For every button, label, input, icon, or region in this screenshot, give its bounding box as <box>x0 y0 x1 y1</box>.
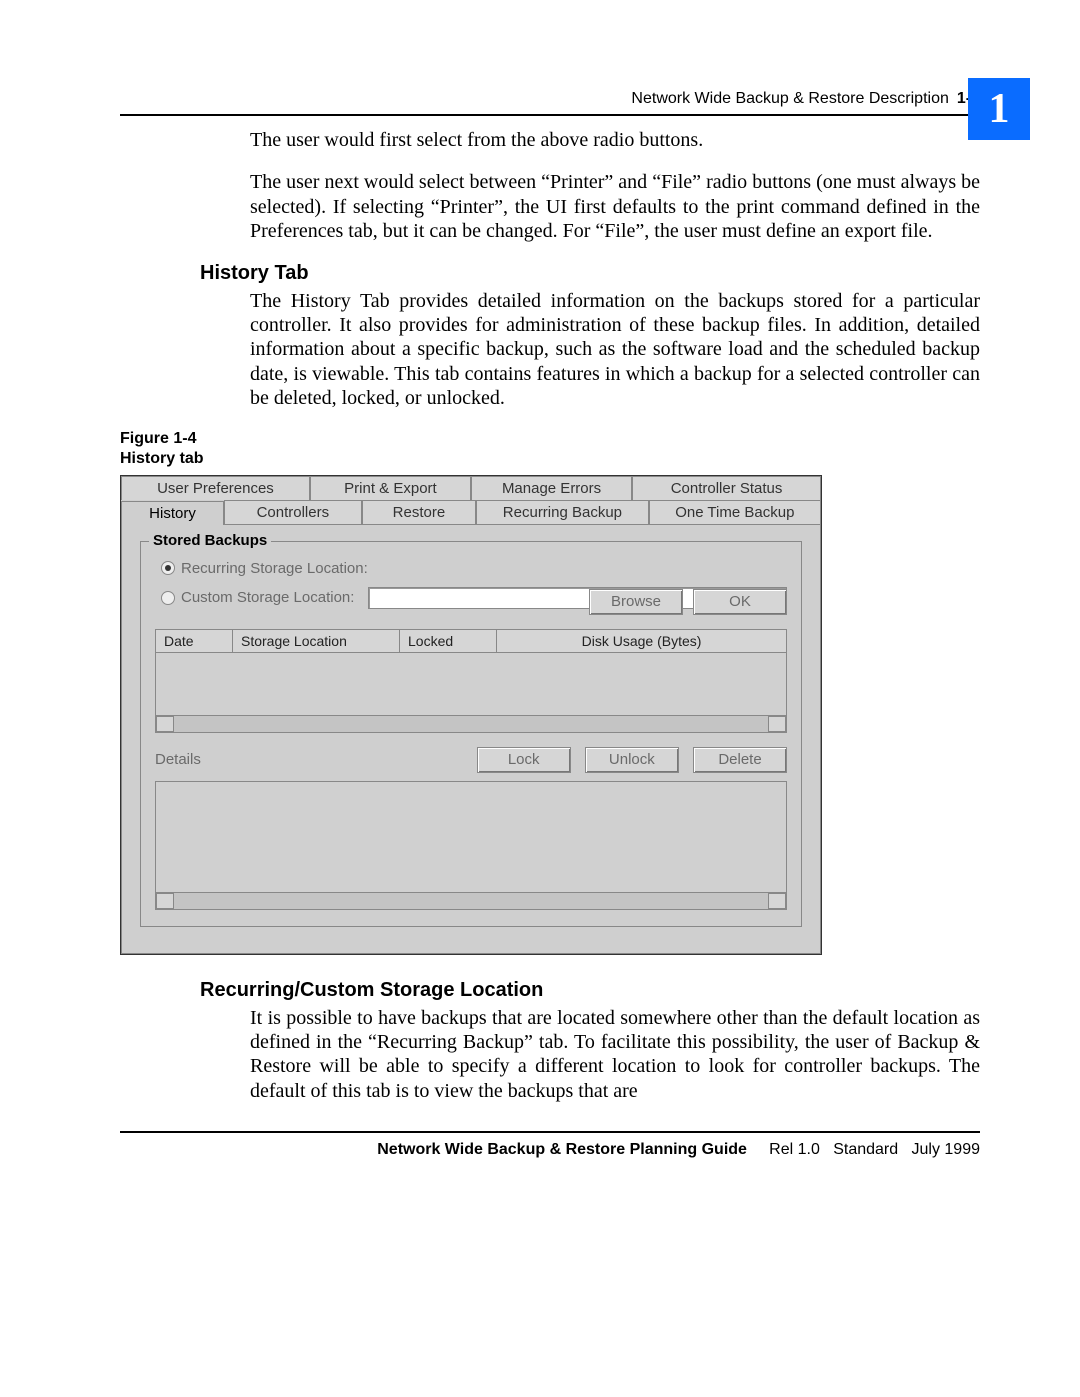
footer-title: Network Wide Backup & Restore Planning G… <box>377 1141 747 1158</box>
fieldset-legend: Stored Backups <box>149 532 271 549</box>
backup-table-header: Date Storage Location Locked Disk Usage … <box>155 629 787 653</box>
paragraph: The History Tab provides detailed inform… <box>250 289 980 411</box>
browse-button[interactable]: Browse <box>589 589 683 615</box>
action-row: Details Lock Unlock Delete <box>155 747 787 773</box>
body-column: The History Tab provides detailed inform… <box>250 289 980 411</box>
tab-recurring-backup[interactable]: Recurring Backup <box>476 500 648 524</box>
col-disk-usage[interactable]: Disk Usage (Bytes) <box>497 630 786 652</box>
tabstrip: User Preferences Print & Export Manage E… <box>121 476 821 524</box>
details-label: Details <box>155 751 201 768</box>
tab-controllers[interactable]: Controllers <box>224 500 362 524</box>
tab-row-top: User Preferences Print & Export Manage E… <box>121 476 821 500</box>
backup-table-body[interactable] <box>155 653 787 716</box>
paragraph: It is possible to have backups that are … <box>250 1006 980 1104</box>
paragraph: The user would first select from the abo… <box>250 128 980 152</box>
tab-history[interactable]: History <box>121 501 224 525</box>
radio-label: Recurring Storage Location: <box>181 560 368 577</box>
action-buttons: Lock Unlock Delete <box>477 747 787 773</box>
chapter-badge: 1 <box>968 78 1030 140</box>
paragraph: The user next would select between “Prin… <box>250 170 980 243</box>
running-header: Network Wide Backup & Restore Descriptio… <box>120 90 980 108</box>
heading-history-tab: History Tab <box>200 262 980 285</box>
tab-user-preferences[interactable]: User Preferences <box>121 476 310 500</box>
body-column: The user would first select from the abo… <box>250 128 980 244</box>
delete-button[interactable]: Delete <box>693 747 787 773</box>
details-textarea[interactable] <box>155 781 787 893</box>
radio-label: Custom Storage Location: <box>181 589 354 606</box>
footer-standard: Standard <box>833 1141 898 1158</box>
tab-panel: Stored Backups Recurring Storage Locatio… <box>121 524 821 954</box>
history-tab-figure: User Preferences Print & Export Manage E… <box>120 475 822 955</box>
header-rule <box>120 114 980 116</box>
footer-release: Rel 1.0 <box>769 1141 820 1158</box>
tab-controller-status[interactable]: Controller Status <box>632 476 821 500</box>
lock-button[interactable]: Lock <box>477 747 571 773</box>
tab-restore[interactable]: Restore <box>362 500 477 524</box>
tab-print-export[interactable]: Print & Export <box>310 476 471 500</box>
radio-recurring-location[interactable]: Recurring Storage Location: <box>161 560 787 577</box>
figure-number: Figure 1-4 <box>120 430 196 447</box>
running-header-title: Network Wide Backup & Restore Descriptio… <box>631 90 948 108</box>
footer-date: July 1999 <box>912 1141 981 1158</box>
radio-icon <box>161 591 175 605</box>
figure-caption: Figure 1-4 History tab <box>120 429 980 469</box>
tab-manage-errors[interactable]: Manage Errors <box>471 476 632 500</box>
unlock-button[interactable]: Unlock <box>585 747 679 773</box>
horizontal-scrollbar[interactable] <box>155 716 787 733</box>
tab-row-bottom: History Controllers Restore Recurring Ba… <box>121 500 821 524</box>
radio-icon <box>161 561 175 575</box>
col-storage-location[interactable]: Storage Location <box>233 630 400 652</box>
col-locked[interactable]: Locked <box>400 630 497 652</box>
figure-title: History tab <box>120 450 204 467</box>
running-footer: Network Wide Backup & Restore Planning G… <box>120 1141 980 1159</box>
page: 1 Network Wide Backup & Restore Descript… <box>0 0 1080 1219</box>
body-column: It is possible to have backups that are … <box>250 1006 980 1104</box>
tab-one-time-backup[interactable]: One Time Backup <box>649 500 821 524</box>
heading-recurring-custom: Recurring/Custom Storage Location <box>200 979 980 1002</box>
footer-rule <box>120 1131 980 1133</box>
col-date[interactable]: Date <box>156 630 233 652</box>
horizontal-scrollbar[interactable] <box>155 893 787 910</box>
ok-button[interactable]: OK <box>693 589 787 615</box>
stored-backups-fieldset: Stored Backups Recurring Storage Locatio… <box>140 541 802 927</box>
